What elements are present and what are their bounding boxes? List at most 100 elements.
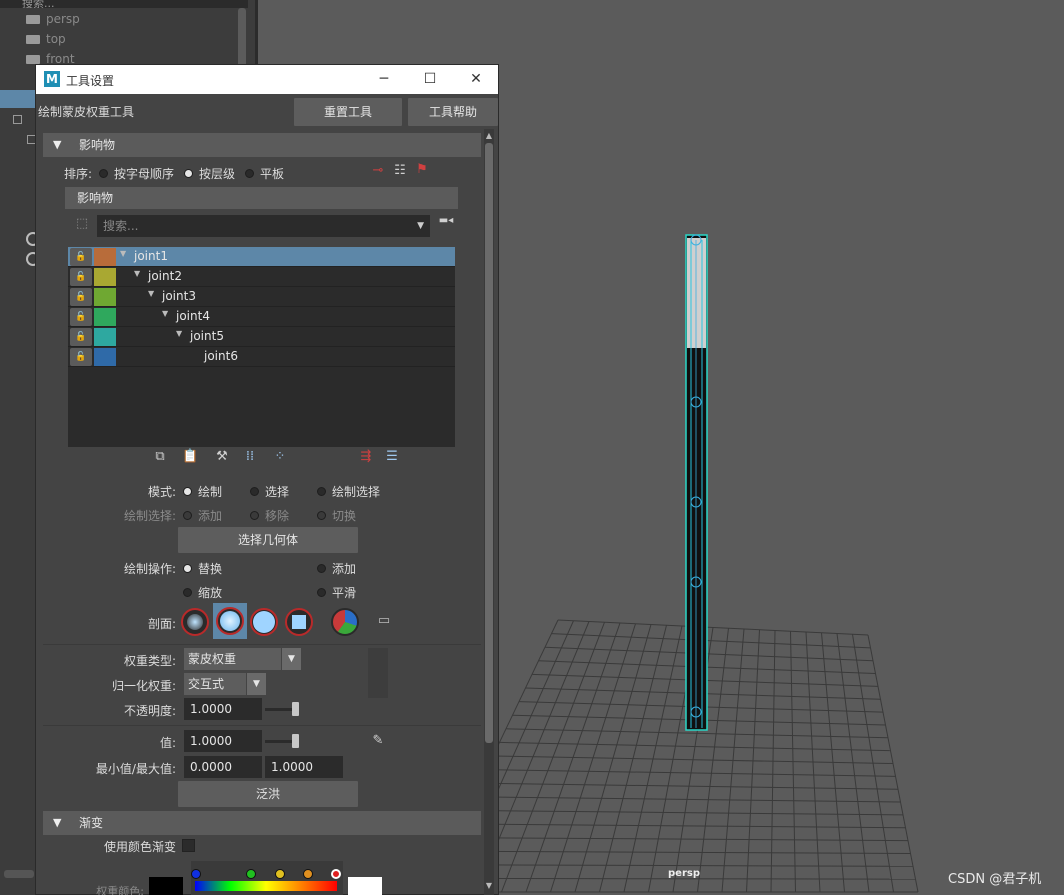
scrollbar-thumb[interactable] bbox=[485, 143, 493, 743]
paste-weights-icon[interactable]: 📋 bbox=[182, 449, 198, 465]
sort-alphabetical-radio[interactable]: 按字母顺序 bbox=[99, 165, 174, 182]
opacity-field[interactable]: 1.0000 bbox=[184, 698, 262, 720]
influence-search-input[interactable]: 搜索... ▼ bbox=[97, 215, 430, 237]
influence-color-swatch[interactable] bbox=[94, 268, 116, 286]
influence-color-swatch[interactable] bbox=[94, 328, 116, 346]
influence-color-swatch[interactable] bbox=[94, 248, 116, 266]
weight-color-max-swatch[interactable] bbox=[348, 877, 382, 895]
prune-icon[interactable]: ⇶ bbox=[358, 449, 374, 465]
outliner-item-top[interactable]: top bbox=[26, 29, 66, 49]
lock-icon[interactable]: 🔓 bbox=[70, 348, 92, 366]
influence-row[interactable]: 🔓 ▼ joint2 bbox=[68, 267, 455, 287]
influence-row[interactable]: 🔓 ▼ joint3 bbox=[68, 287, 455, 307]
watermark: CSDN @君子机 bbox=[948, 872, 1042, 887]
minimize-icon[interactable]: ─ bbox=[376, 71, 392, 87]
profile-custom-icon[interactable] bbox=[331, 608, 359, 636]
ramp-handle[interactable] bbox=[191, 869, 201, 879]
influence-row[interactable]: 🔓 joint6 bbox=[68, 347, 455, 367]
lock-icon[interactable]: 🔓 bbox=[70, 308, 92, 326]
list-icon[interactable]: ☷ bbox=[392, 163, 408, 179]
value-slider-thumb[interactable] bbox=[292, 734, 299, 748]
outliner-selected-item[interactable] bbox=[0, 90, 40, 108]
scroll-up-icon[interactable]: ▲ bbox=[484, 131, 494, 141]
influence-row[interactable]: 🔓 ▼ joint5 bbox=[68, 327, 455, 347]
paint-select-add-radio[interactable]: 添加 bbox=[183, 507, 222, 524]
copy-weights-icon[interactable]: ⧉ bbox=[152, 449, 168, 465]
profile-solid-icon[interactable] bbox=[250, 608, 278, 636]
paint-select-label: 绘制选择: bbox=[123, 509, 176, 523]
sort-hierarchy-radio[interactable]: 按层级 bbox=[184, 165, 235, 182]
eyedropper-icon[interactable]: ✎ bbox=[370, 733, 386, 749]
select-geometry-button[interactable]: 选择几何体 bbox=[178, 527, 358, 553]
outliner-search[interactable]: 搜索... bbox=[0, 0, 248, 8]
move-weights-icon[interactable]: ⁞⁞ bbox=[242, 449, 258, 465]
value-field[interactable]: 1.0000 bbox=[184, 730, 262, 752]
tool-help-button[interactable]: 工具帮助 bbox=[408, 98, 498, 126]
paint-op-add-radio[interactable]: 添加 bbox=[317, 560, 356, 577]
influence-row[interactable]: 🔓 ▼ joint4 bbox=[68, 307, 455, 327]
paint-select-remove-radio[interactable]: 移除 bbox=[250, 507, 289, 524]
mode-select-radio[interactable]: 选择 bbox=[250, 483, 289, 500]
influences-section-header[interactable]: ▼ 影响物 bbox=[43, 133, 481, 157]
lock-icon[interactable]: 🔓 bbox=[70, 288, 92, 306]
influence-color-swatch[interactable] bbox=[94, 308, 116, 326]
weight-color-min-swatch[interactable] bbox=[149, 877, 183, 895]
sort-flat-radio[interactable]: 平板 bbox=[245, 165, 284, 182]
maximize-icon[interactable]: ☐ bbox=[422, 71, 438, 87]
paint-op-replace-radio[interactable]: 替换 bbox=[183, 560, 222, 577]
use-color-ramp-checkbox[interactable] bbox=[182, 839, 195, 852]
dropdown-arrow-icon: ▼ bbox=[246, 673, 266, 695]
expand-arrow-icon[interactable]: ▼ bbox=[176, 329, 182, 338]
influence-color-swatch[interactable] bbox=[94, 348, 116, 366]
profile-gaussian-icon[interactable] bbox=[181, 608, 209, 636]
normalize-weights-dropdown[interactable]: 交互式 ▼ bbox=[184, 673, 266, 695]
outliner-hscrollbar[interactable] bbox=[4, 870, 34, 878]
color-ramp-widget[interactable] bbox=[191, 861, 343, 895]
scroll-down-icon[interactable]: ▼ bbox=[484, 881, 494, 891]
flood-button[interactable]: 泛洪 bbox=[178, 781, 358, 807]
dialog-scrollbar[interactable]: ▲ ▼ bbox=[484, 129, 494, 895]
lock-icon[interactable]: 🔓 bbox=[70, 248, 92, 266]
mode-paint-radio[interactable]: 绘制 bbox=[183, 483, 222, 500]
folder-icon[interactable]: ▭ bbox=[376, 613, 392, 629]
list-view-icon[interactable]: ☰ bbox=[384, 449, 400, 465]
max-value-field[interactable]: 1.0000 bbox=[265, 756, 343, 778]
expand-arrow-icon[interactable]: ▼ bbox=[120, 249, 126, 258]
dropdown-arrow-icon[interactable]: ▼ bbox=[417, 215, 424, 237]
ramp-handle[interactable] bbox=[275, 869, 285, 879]
ramp-handle-selected[interactable] bbox=[331, 869, 341, 879]
show-influences-icon[interactable]: ⁘ bbox=[272, 449, 288, 465]
gradient-section-header[interactable]: ▼ 渐变 bbox=[43, 811, 481, 835]
flag-icon[interactable]: ⚑ bbox=[414, 162, 430, 178]
maya-logo-icon: M bbox=[44, 71, 60, 87]
influence-list[interactable]: 🔓 ▼ joint1 🔓 ▼ joint2 🔓 ▼ joint3 🔓 ▼ joint4 🔓 ▼ joint5… bbox=[68, 247, 455, 447]
lock-icon[interactable]: 🔓 bbox=[70, 328, 92, 346]
min-value-field[interactable]: 0.0000 bbox=[184, 756, 262, 778]
outliner-scrollbar[interactable] bbox=[238, 8, 246, 68]
profile-soft-selected[interactable] bbox=[213, 603, 247, 639]
influence-color-swatch[interactable] bbox=[94, 288, 116, 306]
opacity-slider-thumb[interactable] bbox=[292, 702, 299, 716]
close-icon[interactable]: ✕ bbox=[468, 71, 484, 87]
pin-icon[interactable]: ▬◂ bbox=[438, 213, 454, 229]
lock-icon[interactable]: 🔓 bbox=[70, 268, 92, 286]
influence-row[interactable]: 🔓 ▼ joint1 bbox=[68, 247, 455, 267]
weight-hammer-icon[interactable]: ⚒ bbox=[214, 449, 230, 465]
reset-tool-button[interactable]: 重置工具 bbox=[294, 98, 402, 126]
paint-op-scale-radio[interactable]: 缩放 bbox=[183, 584, 222, 601]
select-frame-icon[interactable]: ⬚ bbox=[74, 216, 90, 232]
outliner-item-persp[interactable]: persp bbox=[26, 9, 80, 29]
mode-paint-select-radio[interactable]: 绘制选择 bbox=[317, 483, 380, 500]
ramp-handle[interactable] bbox=[246, 869, 256, 879]
paint-select-toggle-radio[interactable]: 切换 bbox=[317, 507, 356, 524]
expand-arrow-icon[interactable]: ▼ bbox=[162, 309, 168, 318]
dialog-titlebar[interactable]: M 工具设置 ─ ☐ ✕ bbox=[36, 65, 498, 94]
weight-type-dropdown[interactable]: 蒙皮权重 ▼ bbox=[184, 648, 301, 670]
expand-arrow-icon[interactable]: ▼ bbox=[134, 269, 140, 278]
profile-square-icon[interactable] bbox=[285, 608, 313, 636]
expand-arrow-icon[interactable]: ▼ bbox=[148, 289, 154, 298]
magnet-icon[interactable]: ⊸ bbox=[370, 163, 386, 179]
expand-icon[interactable] bbox=[13, 115, 22, 124]
ramp-handle[interactable] bbox=[303, 869, 313, 879]
paint-op-smooth-radio[interactable]: 平滑 bbox=[317, 584, 356, 601]
